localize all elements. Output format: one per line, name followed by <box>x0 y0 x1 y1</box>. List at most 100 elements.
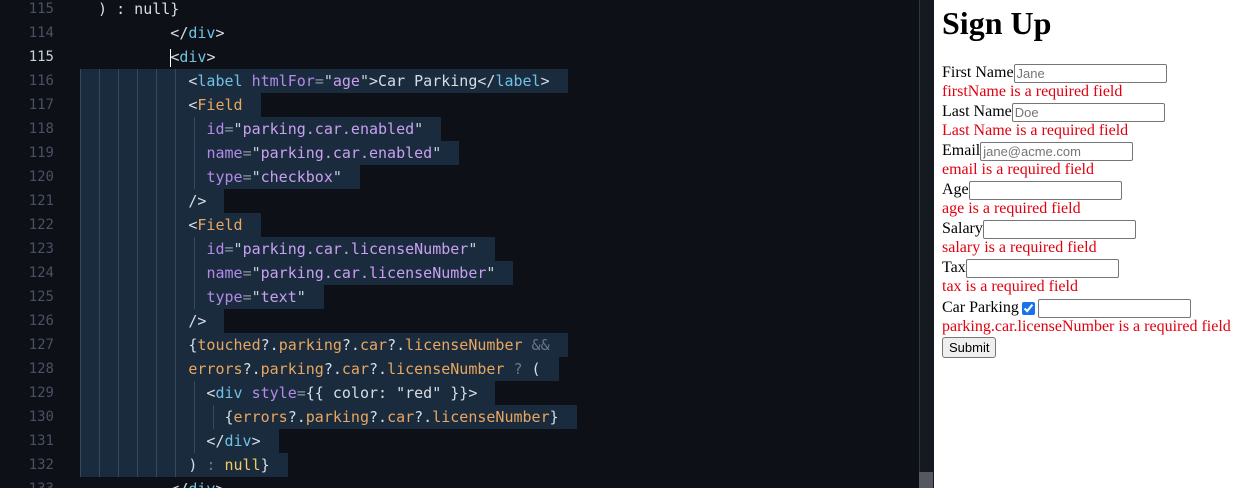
indent-guide <box>156 381 157 405</box>
indent-guide <box>156 237 157 261</box>
indent-guide <box>156 189 157 213</box>
salary-input[interactable] <box>982 219 1136 239</box>
submit-button[interactable]: Submit <box>942 337 997 358</box>
code-token: " <box>359 72 369 90</box>
indent-guide <box>80 357 81 381</box>
code-token: < <box>80 384 216 402</box>
indent-guide <box>175 189 176 213</box>
code-token: } <box>260 456 270 474</box>
code-line[interactable]: 118 id="parking.car.enabled" <box>0 117 920 141</box>
indent-guide <box>99 69 100 93</box>
code-token: && <box>522 336 550 354</box>
last-name-label: Last Name <box>942 103 1012 120</box>
code-text: type="checkbox" <box>80 165 360 189</box>
code-token: { <box>80 336 198 354</box>
code-editor[interactable]: 115 ) : null} 114 </div> 115 <div> 116 <lab… <box>0 0 920 488</box>
indent-guide <box>137 405 138 429</box>
indent-guide <box>137 453 138 477</box>
code-line[interactable]: 115 ) : null} <box>0 0 920 21</box>
indent-guide <box>156 357 157 381</box>
code-token: " <box>251 144 261 162</box>
code-line[interactable]: 114 </div> <box>0 21 920 45</box>
car-parking-checkbox[interactable] <box>1021 301 1035 315</box>
indent-guide <box>137 141 138 165</box>
code-token: < <box>80 96 198 114</box>
code-text: /> <box>80 309 225 333</box>
code-line[interactable]: 125 type="text" <box>0 285 920 309</box>
code-token: label <box>495 72 541 90</box>
code-token: " <box>486 264 496 282</box>
code-line[interactable]: 123 id="parking.car.licenseNumber" <box>0 237 920 261</box>
email-label: Email <box>942 142 981 159</box>
code-token: div <box>179 48 207 66</box>
code-token: div <box>188 480 215 488</box>
code-token: > <box>206 48 216 66</box>
code-line[interactable]: 132 ) : null} <box>0 453 920 477</box>
code-line[interactable]: 122 <Field <box>0 213 920 237</box>
tax-input[interactable] <box>965 258 1119 278</box>
code-line[interactable]: 121 /> <box>0 189 920 213</box>
indent-guide <box>213 405 214 429</box>
indent-guide <box>118 309 119 333</box>
indent-guide <box>80 69 81 93</box>
line-number: 115 <box>28 1 54 17</box>
indent-guide <box>99 117 100 141</box>
code-line[interactable]: 116 <label htmlFor="age">Car Parking</la… <box>0 69 920 93</box>
first-name-input[interactable] <box>1013 63 1167 83</box>
salary-error: salary is a required field <box>942 239 1097 256</box>
code-line[interactable]: 127 {touched?.parking?.car?.licenseNumbe… <box>0 333 920 357</box>
code-line[interactable]: 126 /> <box>0 309 920 333</box>
code-line[interactable]: 120 type="checkbox" <box>0 165 920 189</box>
editor-scrollbar[interactable] <box>919 0 934 488</box>
code-line[interactable]: 130 {errors?.parking?.car?.licenseNumber… <box>0 405 920 429</box>
code-line[interactable]: 129 <div style={{ color: "red" }}> <box>0 381 920 405</box>
indent-guide <box>118 405 119 429</box>
code-line[interactable]: 131 </div> <box>0 429 920 453</box>
code-token: " <box>296 288 306 306</box>
code-token: = <box>242 144 252 162</box>
code-line[interactable]: 128 errors?.parking?.car?.licenseNumber … <box>0 357 920 381</box>
code-token: = <box>242 168 252 186</box>
code-token: " <box>432 144 442 162</box>
indent-guide <box>137 429 138 453</box>
indent-guide <box>194 261 195 285</box>
code-token: </ <box>80 24 189 42</box>
salary-row: Salary <box>942 218 1136 240</box>
salary-label: Salary <box>942 220 983 237</box>
code-line[interactable]: 117 <Field <box>0 93 920 117</box>
last-name-input[interactable] <box>1011 102 1165 122</box>
code-line[interactable]: 119 name="parking.car.enabled" <box>0 141 920 165</box>
code-token: = <box>224 120 234 138</box>
age-input[interactable] <box>968 180 1122 200</box>
indent-guide <box>175 405 176 429</box>
indent-guide <box>175 141 176 165</box>
car-parking-label: Car Parking <box>942 299 1019 316</box>
indent-guide <box>118 357 119 381</box>
code-token: " <box>233 120 243 138</box>
code-token: errors <box>233 408 288 426</box>
indent-guide <box>156 117 157 141</box>
indent-guide <box>137 381 138 405</box>
indent-guide <box>175 453 176 477</box>
indent-guide <box>99 285 100 309</box>
code-line[interactable]: 133 </div> <box>0 477 920 488</box>
code-token: {{ color: "red" }}> <box>305 384 478 402</box>
license-number-input[interactable] <box>1037 298 1191 318</box>
indent-guide <box>156 309 157 333</box>
code-token: licenseNumber <box>387 360 505 378</box>
indent-guide <box>137 285 138 309</box>
indent-guide <box>80 165 81 189</box>
code-token: " <box>332 168 342 186</box>
indent-guide <box>118 165 119 189</box>
code-line[interactable]: 124 name="parking.car.licenseNumber" <box>0 261 920 285</box>
indent-guide <box>118 189 119 213</box>
editor-scrollbar-thumb[interactable] <box>919 472 933 488</box>
code-token: = <box>242 264 252 282</box>
indent-guide <box>80 213 81 237</box>
code-token: style <box>251 384 297 402</box>
line-number: 127 <box>28 337 54 353</box>
code-token: ?. <box>414 408 433 426</box>
email-input[interactable] <box>980 141 1134 161</box>
code-line[interactable]: 115 <div> <box>0 45 920 69</box>
indent-guide <box>118 333 119 357</box>
